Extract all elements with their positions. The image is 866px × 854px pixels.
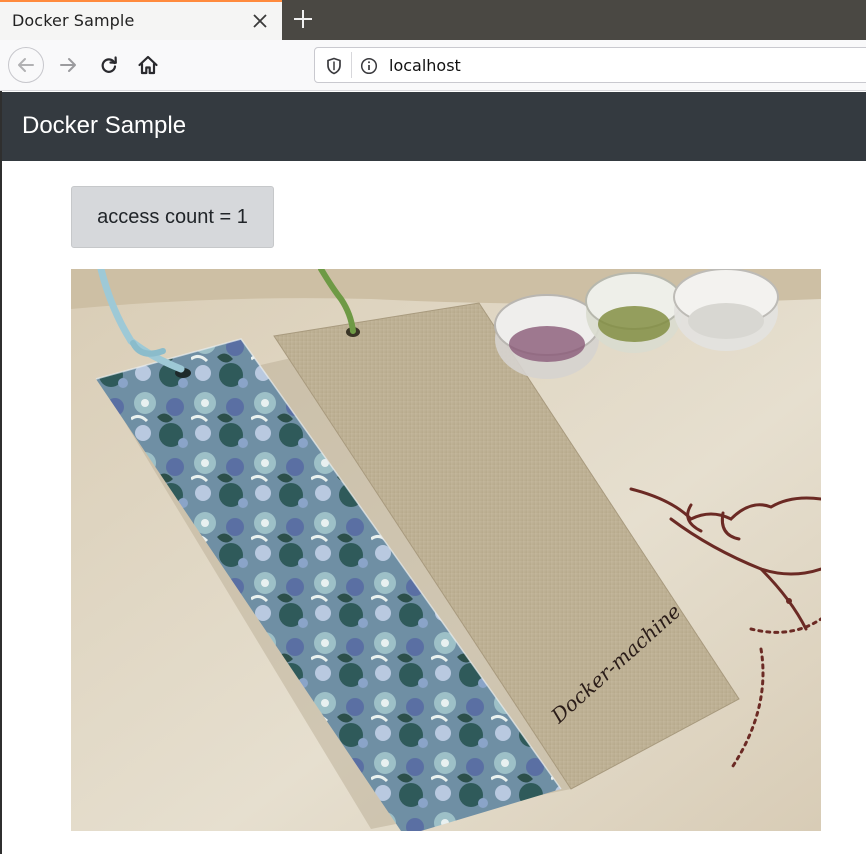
bookmark-photo: Docker-machine	[71, 269, 821, 831]
window-edge	[0, 91, 2, 854]
access-count-button[interactable]: access count = 1	[71, 186, 274, 248]
tab-title: Docker Sample	[12, 11, 135, 30]
url-separator	[351, 52, 352, 78]
close-icon[interactable]	[246, 7, 274, 35]
browser-toolbar: localhost	[0, 40, 866, 91]
url-bar[interactable]: localhost	[314, 47, 866, 83]
url-text[interactable]: localhost	[389, 56, 461, 75]
back-arrow-icon[interactable]	[8, 47, 44, 83]
plus-icon[interactable]	[287, 3, 319, 35]
home-icon[interactable]	[131, 48, 165, 82]
info-icon[interactable]	[359, 56, 379, 76]
navbar-brand[interactable]: Docker Sample	[22, 112, 186, 140]
site-navbar: Docker Sample	[2, 92, 866, 161]
reload-icon[interactable]	[92, 48, 126, 82]
active-tab[interactable]: Docker Sample	[0, 0, 282, 40]
tab-strip: Docker Sample	[0, 0, 866, 40]
shield-icon[interactable]	[324, 56, 344, 76]
forward-arrow-icon[interactable]	[51, 48, 85, 82]
